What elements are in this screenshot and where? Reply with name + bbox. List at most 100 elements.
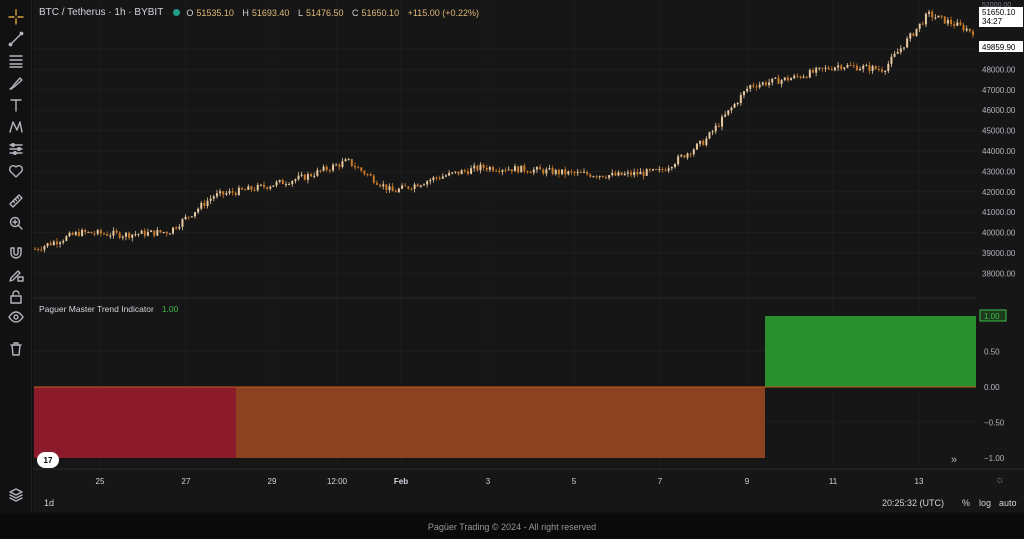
candle-body (805, 76, 808, 78)
candle-body (363, 170, 366, 175)
text-icon[interactable] (4, 94, 28, 116)
candle-body (250, 186, 253, 190)
candle-body (429, 179, 432, 182)
pattern-icon[interactable] (4, 116, 28, 138)
log-scale-toggle[interactable]: log (979, 498, 991, 508)
brush-icon[interactable] (4, 72, 28, 94)
candle-body (84, 229, 87, 233)
candle-body (730, 107, 733, 111)
candle-body (812, 70, 815, 73)
utc-clock[interactable]: 20:25:32 (UTC) (882, 498, 944, 508)
candle-body (263, 184, 266, 188)
candle-body (551, 168, 554, 175)
indicator-orange-segment (236, 387, 765, 458)
candle-body (40, 249, 43, 251)
trash-icon[interactable] (4, 338, 28, 360)
candle-body (178, 226, 181, 229)
candle-body (325, 166, 328, 171)
candle-body (112, 230, 115, 236)
candle-body (435, 177, 438, 179)
percent-scale-toggle[interactable]: % (962, 498, 970, 508)
scroll-to-realtime-button[interactable]: » (951, 454, 965, 466)
ruler-icon[interactable] (4, 190, 28, 212)
candle-body (37, 248, 40, 250)
candle-body (284, 184, 287, 186)
symbol-legend[interactable]: BTC / Tetherus · 1h · BYBIT O 51535.10 H5… (39, 7, 482, 18)
candle-body (401, 185, 404, 189)
chart-pane[interactable]: 49000.0048000.0047000.0046000.0045000.00… (33, 0, 1024, 512)
candle-body (692, 149, 695, 155)
candle-body (492, 167, 495, 171)
candle-body (608, 175, 611, 178)
prediction-icon[interactable] (4, 138, 28, 160)
indicator-axis: 1.00 0.50 0.00 −0.50 −1.00 (979, 309, 1007, 463)
candle-body (128, 232, 131, 238)
tradingview-logo[interactable]: 17 (37, 452, 59, 468)
candle-body (655, 169, 658, 171)
candle-body (711, 131, 714, 133)
candle-body (855, 65, 858, 71)
current-price-label: 51650.10 (982, 8, 1016, 17)
indicator-legend[interactable]: Paguer Master Trend Indicator 1.00 (39, 304, 178, 314)
candle-body (215, 193, 218, 197)
high-label: H (242, 7, 249, 18)
candle-body (93, 233, 96, 235)
trend-line-icon[interactable] (4, 28, 28, 50)
zoom-icon[interactable] (4, 212, 28, 234)
candle-body (190, 216, 193, 218)
candle-body (953, 24, 956, 26)
candle-body (705, 138, 708, 146)
candle-body (780, 80, 783, 84)
candle-body (328, 170, 331, 172)
chart-canvas[interactable]: 49000.0048000.0047000.0046000.0045000.00… (33, 0, 1024, 490)
candle-body (237, 187, 240, 196)
magnet-icon[interactable] (4, 242, 28, 264)
candle-body (601, 175, 604, 178)
candle-body (859, 68, 862, 71)
candle-body (432, 177, 435, 180)
open-value: 51535.10 (196, 7, 234, 18)
auto-scale-toggle[interactable]: auto (999, 498, 1017, 508)
lock-icon[interactable] (4, 286, 28, 308)
axis-settings-icon[interactable]: ☼ (995, 474, 1005, 486)
candle-body (253, 189, 256, 191)
crosshair-icon[interactable] (4, 6, 28, 28)
indicator-name[interactable]: Paguer Master Trend Indicator (39, 304, 154, 314)
candle-body (448, 172, 451, 176)
candle-body (764, 82, 767, 86)
candle-body (667, 168, 670, 171)
candle-body (228, 191, 231, 194)
symbol-title[interactable]: BTC / Tetherus · 1h · BYBIT (39, 7, 163, 18)
last-price-label: 49859.90 (982, 43, 1016, 52)
candle-body (203, 202, 206, 206)
time-tick-label: 9 (745, 477, 750, 486)
layers-icon[interactable] (4, 484, 28, 506)
time-tick-label: 7 (658, 477, 663, 486)
candle-body (874, 66, 877, 69)
eye-icon[interactable] (4, 306, 28, 328)
fib-icon[interactable] (4, 50, 28, 72)
candle-body (582, 171, 585, 173)
candle-body (877, 68, 880, 70)
candle-body (652, 169, 655, 171)
indicator-tick-label: 0.50 (984, 348, 1000, 357)
price-axis: 49000.0048000.0047000.0046000.0045000.00… (979, 2, 1023, 278)
candle-body (881, 69, 884, 72)
lock-pencil-icon[interactable] (4, 264, 28, 286)
candle-body (118, 232, 121, 238)
candle-body (150, 230, 153, 232)
candle-body (689, 153, 692, 155)
trading-app: 49000.0048000.0047000.0046000.0045000.00… (0, 0, 1024, 539)
candle-body (564, 169, 567, 175)
candle-body (824, 67, 827, 69)
heart-icon[interactable] (4, 160, 28, 182)
candle-body (852, 65, 855, 67)
indicator-red-segment (34, 387, 236, 458)
interval-button[interactable]: 1d (44, 498, 54, 508)
candle-body (404, 185, 407, 187)
candle-body (520, 165, 523, 173)
candle-body (303, 174, 306, 180)
candle-body (887, 63, 890, 71)
candle-body (423, 184, 426, 186)
candle-body (956, 22, 959, 26)
